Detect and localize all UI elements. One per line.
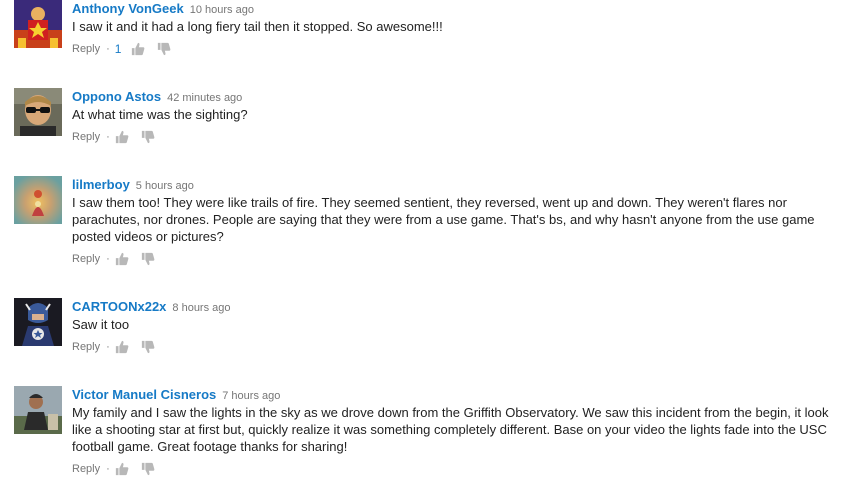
comment-text: Saw it too xyxy=(72,317,130,332)
comment-author[interactable]: Victor Manuel Cisneros xyxy=(72,387,216,402)
separator-dot: · xyxy=(106,463,110,475)
avatar[interactable] xyxy=(14,176,62,224)
comment-header: lilmerboy 5 hours ago xyxy=(72,176,832,193)
comment-timestamp[interactable]: 7 hours ago xyxy=(222,390,280,402)
comment-header: CARTOONx22x 8 hours ago xyxy=(72,298,832,315)
comment-body: Anthony VonGeek 10 hours ago I saw it and… xyxy=(72,0,832,57)
thumbs-up-icon[interactable] xyxy=(115,340,129,354)
thumbs-down-icon[interactable] xyxy=(141,130,155,144)
comment-author[interactable]: CARTOONx22x xyxy=(72,299,166,314)
comment-header: Victor Manuel Cisneros 7 hours ago xyxy=(72,386,832,403)
comment-author[interactable]: Oppono Astos xyxy=(72,89,161,104)
comment-actions: Reply · xyxy=(72,461,832,477)
comment-header: Oppono Astos 42 minutes ago xyxy=(72,88,832,105)
comment-body: lilmerboy 5 hours ago I saw them too! The… xyxy=(72,176,832,267)
avatar[interactable] xyxy=(14,386,62,434)
avatar[interactable] xyxy=(14,0,62,48)
like-count: 1 xyxy=(114,42,122,56)
comment-body: CARTOONx22x 8 hours ago Saw it too Reply … xyxy=(72,298,832,355)
comment-text: I saw it and it had a long fiery tail th… xyxy=(72,19,443,34)
comment-timestamp[interactable]: 42 minutes ago xyxy=(167,92,242,104)
comment-actions: Reply · xyxy=(72,129,832,145)
reply-button[interactable]: Reply xyxy=(72,41,100,57)
comment-text: My family and I saw the lights in the sk… xyxy=(72,405,829,454)
comment-timestamp[interactable]: 10 hours ago xyxy=(190,4,254,16)
reply-button[interactable]: Reply xyxy=(72,339,100,355)
comment-actions: Reply · xyxy=(72,339,832,355)
comment-body: Oppono Astos 42 minutes ago At what time … xyxy=(72,88,832,145)
thumbs-down-icon[interactable] xyxy=(141,252,155,266)
reply-button[interactable]: Reply xyxy=(72,251,100,267)
reply-button[interactable]: Reply xyxy=(72,461,100,477)
thumbs-up-icon[interactable] xyxy=(131,42,145,56)
comment-header: Anthony VonGeek 10 hours ago xyxy=(72,0,832,17)
comment-actions: Reply · xyxy=(72,251,832,267)
avatar[interactable] xyxy=(14,88,62,136)
separator-dot: · xyxy=(106,131,110,143)
reply-button[interactable]: Reply xyxy=(72,129,100,145)
separator-dot: · xyxy=(106,341,110,353)
comment-text: I saw them too! They were like trails of… xyxy=(72,195,815,244)
comment-body: Victor Manuel Cisneros 7 hours ago My fam… xyxy=(72,386,832,477)
comment-timestamp[interactable]: 5 hours ago xyxy=(136,180,194,192)
comment-text: At what time was the sighting? xyxy=(72,107,248,122)
thumbs-up-icon[interactable] xyxy=(115,462,129,476)
thumbs-down-icon[interactable] xyxy=(141,340,155,354)
thumbs-up-icon[interactable] xyxy=(115,130,129,144)
comment-author[interactable]: lilmerboy xyxy=(72,177,130,192)
comment-actions: Reply · 1 xyxy=(72,41,832,57)
thumbs-down-icon[interactable] xyxy=(141,462,155,476)
separator-dot: · xyxy=(106,43,110,55)
separator-dot: · xyxy=(106,253,110,265)
thumbs-down-icon[interactable] xyxy=(157,42,171,56)
comment-timestamp[interactable]: 8 hours ago xyxy=(172,302,230,314)
thumbs-up-icon[interactable] xyxy=(115,252,129,266)
avatar[interactable] xyxy=(14,298,62,346)
comment-author[interactable]: Anthony VonGeek xyxy=(72,1,184,16)
